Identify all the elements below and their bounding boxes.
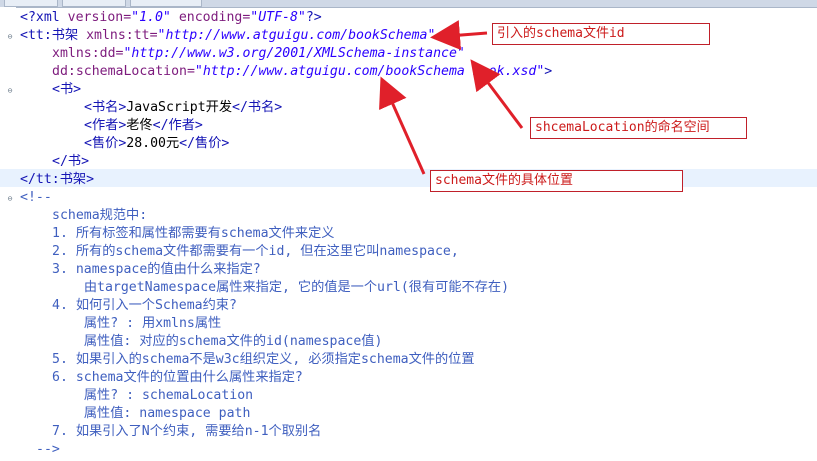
arrow-to-xmlns — [430, 20, 488, 51]
callout-schema-id: 引入的schema文件id — [492, 23, 710, 45]
callout-namespace: shcemaLocation的命名空间 — [530, 117, 747, 139]
arrow-to-location — [379, 76, 426, 175]
callout-location: schema文件的具体位置 — [430, 170, 683, 192]
annotation-arrows — [379, 20, 524, 175]
arrow-to-namespace — [470, 59, 524, 129]
